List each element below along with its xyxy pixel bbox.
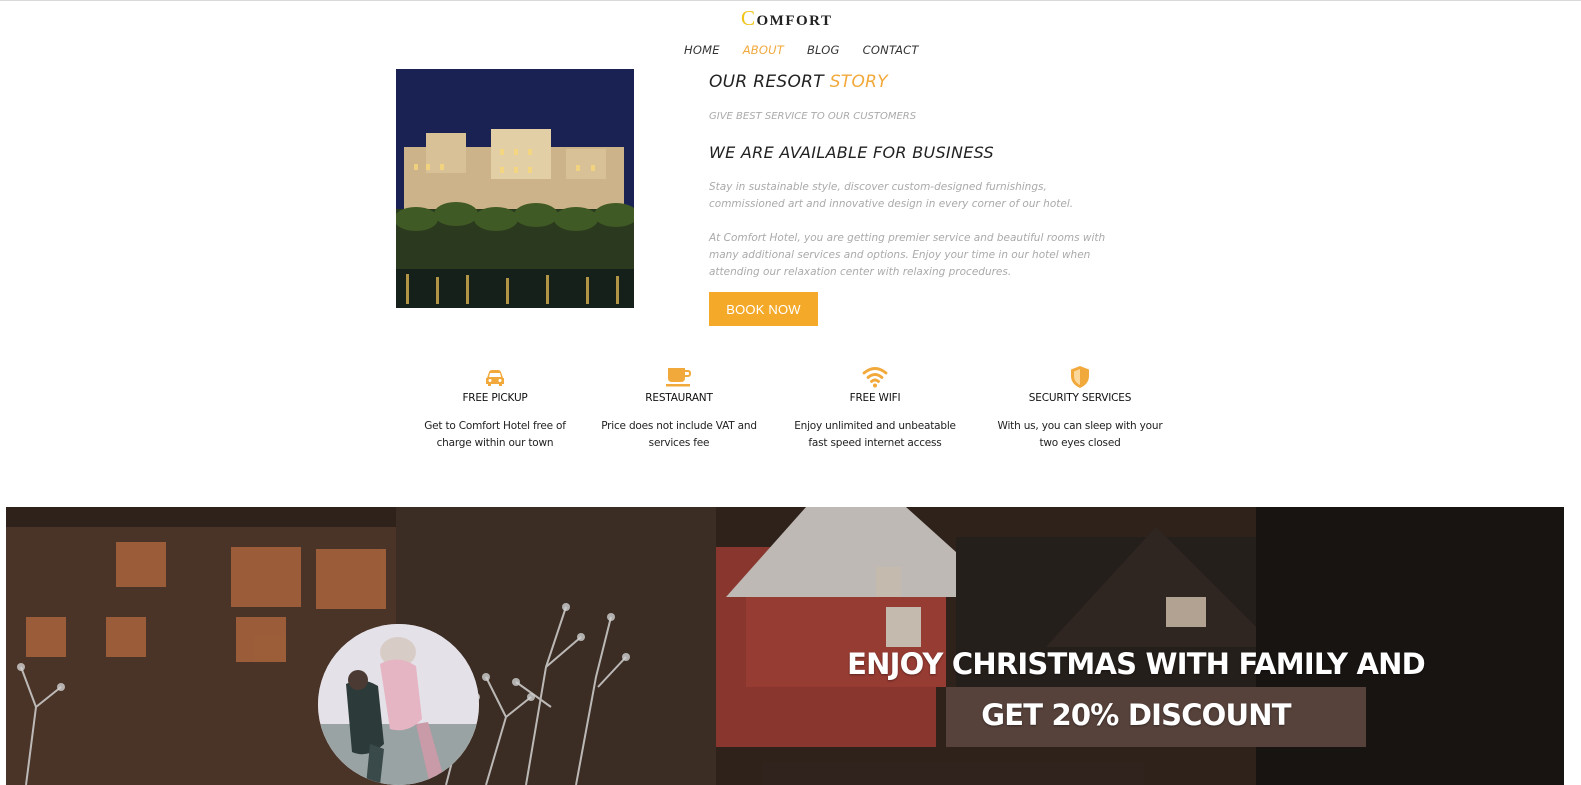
feature-free-wifi: FREE WIFI Enjoy unlimited and unbeatable…: [785, 365, 965, 452]
promo-line-1: ENJOY CHRISTMAS WITH FAMILY AND: [847, 647, 1426, 681]
about-paragraph-1: Stay in sustainable style, discover cust…: [709, 181, 1074, 210]
about-paragraph-2: At Comfort Hotel, you are getting premie…: [709, 232, 1106, 278]
story-subtitle: GIVE BEST SERVICE TO OUR CUSTOMERS: [709, 111, 917, 122]
story-title-main: OUR RESORT: [709, 72, 824, 92]
nav-contact[interactable]: CONTACT: [863, 43, 919, 57]
shield-icon: [990, 365, 1170, 389]
feature-security: SECURITY SERVICES With us, you can sleep…: [990, 365, 1170, 452]
feature-title: RESTAURANT: [645, 392, 713, 404]
promo-headline: ENJOY CHRISTMAS WITH FAMILY AND GET 20% …: [826, 639, 1446, 741]
feature-restaurant: RESTAURANT Price does not include VAT an…: [589, 365, 769, 452]
feature-description: With us, you can sleep with your two eye…: [997, 420, 1163, 449]
resort-photo: [396, 69, 634, 308]
coffee-icon: [589, 365, 769, 389]
car-icon: [405, 365, 585, 389]
couple-photo: [318, 624, 479, 785]
feature-description: Price does not include VAT and services …: [601, 420, 757, 449]
book-now-button[interactable]: BOOK NOW: [709, 292, 818, 326]
brand-logo-text: OMFORT: [756, 13, 833, 29]
nav-home[interactable]: HOME: [684, 43, 720, 57]
feature-title: FREE PICKUP: [462, 392, 528, 404]
wifi-icon: [785, 365, 965, 389]
christmas-promo-banner: ENJOY CHRISTMAS WITH FAMILY AND GET 20% …: [6, 507, 1564, 785]
feature-title: SECURITY SERVICES: [1028, 392, 1132, 404]
brand-logo-initial: C: [741, 6, 757, 30]
feature-title: FREE WIFI: [849, 392, 901, 404]
promo-line-2: GET 20% DISCOUNT: [981, 698, 1291, 732]
top-divider: [0, 0, 1581, 1]
brand-logo[interactable]: COMFORT: [741, 6, 832, 31]
story-title-accent: STORY: [829, 72, 888, 92]
feature-description: Get to Comfort Hotel free of charge with…: [424, 420, 566, 449]
story-title: OUR RESORT STORY: [709, 72, 888, 92]
business-heading: WE ARE AVAILABLE FOR BUSINESS: [709, 143, 994, 162]
nav-blog[interactable]: BLOG: [807, 43, 840, 57]
main-nav: HOME ABOUT BLOG CONTACT: [684, 43, 942, 57]
nav-about[interactable]: ABOUT: [743, 43, 784, 57]
feature-description: Enjoy unlimited and unbeatable fast spee…: [794, 420, 956, 449]
feature-free-pickup: FREE PICKUP Get to Comfort Hotel free of…: [405, 365, 585, 452]
